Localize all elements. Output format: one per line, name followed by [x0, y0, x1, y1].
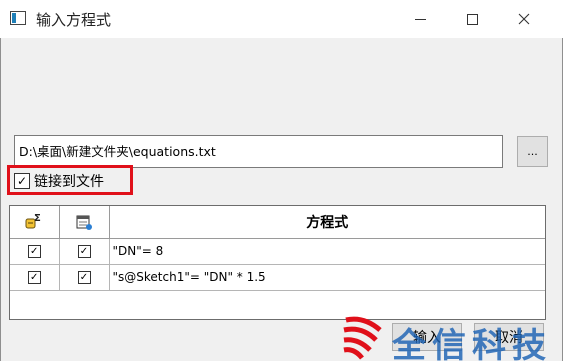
window-title: 输入方程式: [36, 11, 112, 29]
minimize-button[interactable]: [397, 0, 443, 38]
row2-suppress-checkbox[interactable]: ✓: [77, 271, 91, 284]
file-path-input[interactable]: D:\桌面\新建文件夹\equations.txt: [14, 135, 503, 168]
header-suppress-column[interactable]: [59, 206, 110, 239]
header-equation[interactable]: 方程式: [109, 206, 545, 239]
svg-text:Σ: Σ: [34, 213, 41, 224]
checkmark-icon: ✓: [16, 174, 28, 188]
equations-grid: Σ 方程式 ✓ ✓ "DN"= 8 ✓ ✓ "s@Sketch1"= "DN" …: [9, 205, 546, 320]
app-icon: [10, 11, 26, 25]
link-sigma-icon: Σ: [25, 213, 41, 229]
maximize-button[interactable]: [449, 0, 495, 38]
row1-link-cell[interactable]: ✓: [10, 238, 60, 265]
row2-equation[interactable]: "s@Sketch1"= "DN" * 1.5: [109, 264, 545, 291]
watermark: 全信科技: [340, 314, 563, 361]
row1-equation[interactable]: "DN"= 8: [109, 238, 545, 265]
watermark-text: 全信科技: [392, 326, 552, 361]
link-to-file-checkbox[interactable]: ✓: [14, 173, 30, 189]
watermark-logo-icon: [343, 316, 382, 360]
row2-link-checkbox[interactable]: ✓: [27, 271, 41, 284]
link-to-file-label: 链接到文件: [34, 174, 104, 190]
maximize-icon: [466, 13, 478, 25]
grid-header: Σ 方程式: [10, 206, 545, 239]
table-row: ✓ ✓ "DN"= 8: [10, 238, 545, 265]
row2-link-cell[interactable]: ✓: [10, 264, 60, 291]
minimize-icon: [414, 18, 426, 20]
table-row: ✓ ✓ "s@Sketch1"= "DN" * 1.5: [10, 264, 545, 291]
browse-button[interactable]: ...: [517, 136, 548, 167]
header-link-column[interactable]: Σ: [10, 206, 60, 239]
row1-suppress-cell[interactable]: ✓: [59, 238, 110, 265]
close-icon: [518, 13, 530, 25]
close-button[interactable]: [501, 0, 547, 38]
row2-suppress-cell[interactable]: ✓: [59, 264, 110, 291]
title-bar: 输入方程式: [0, 0, 563, 38]
row1-link-checkbox[interactable]: ✓: [27, 245, 41, 258]
calendar-icon: [76, 215, 92, 230]
row1-suppress-checkbox[interactable]: ✓: [77, 245, 91, 258]
